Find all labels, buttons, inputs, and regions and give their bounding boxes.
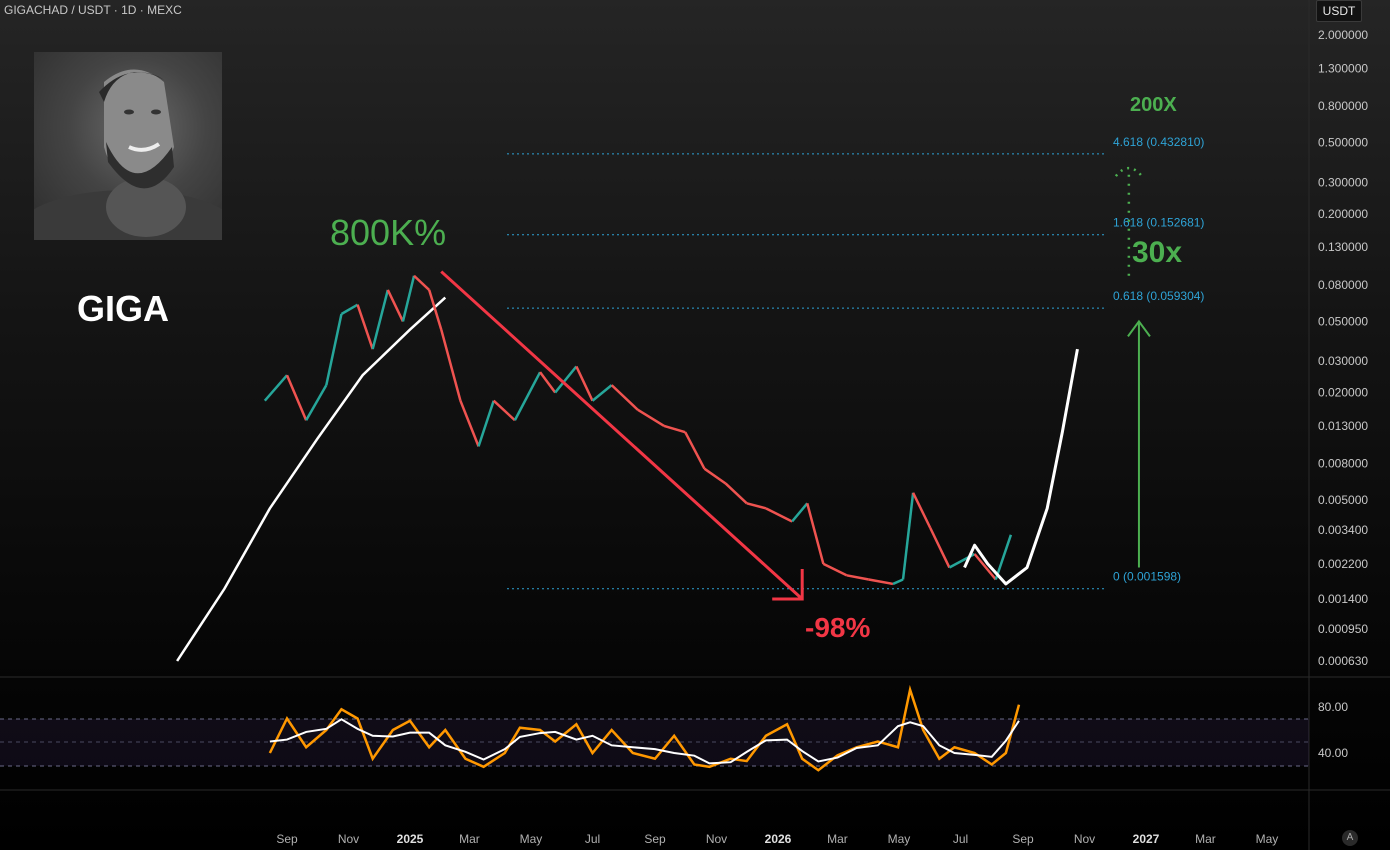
time-tick-label: Jul [953,832,968,846]
price-segment [492,399,516,422]
price-tick-label: 2.000000 [1318,28,1368,42]
price-segment [325,313,343,386]
price-tick-label: 0.800000 [1318,99,1368,113]
target-30x-label: 30x [1132,236,1182,269]
time-tick-label: May [1256,832,1279,846]
price-tick-label: 0.130000 [1318,240,1368,254]
price-segment [285,374,308,421]
time-tick-label: Nov [1074,832,1095,846]
time-tick-label: Nov [706,832,727,846]
drop-label: -98% [805,612,870,643]
price-tick-label: 0.002200 [1318,557,1368,571]
price-tick-label: 0.003400 [1318,523,1368,537]
price-segment [911,492,932,529]
price-tick-label: 0.030000 [1318,354,1368,368]
currency-badge[interactable]: USDT [1316,0,1362,22]
price-segment [806,503,825,565]
time-tick-label: Jul [585,832,600,846]
price-segment [684,431,706,470]
time-tick-label: Nov [338,832,359,846]
price-tick-label: 0.001400 [1318,592,1368,606]
price-segment [356,304,374,350]
projection-path[interactable] [963,348,1079,586]
gigachad-portrait [34,52,222,240]
rsi-tick-label: 40.00 [1318,746,1348,760]
price-tick-label: 0.200000 [1318,207,1368,221]
price-segment [846,574,869,581]
price-segment [440,329,462,402]
price-segment [746,502,767,510]
time-tick-label: Mar [827,832,848,846]
price-segment [822,562,848,577]
price-segment [610,384,639,411]
portrait-image [34,69,222,240]
symbol-header[interactable]: GIGACHAD / USDT · 1D · MEXC [4,3,182,17]
price-segment [477,400,495,447]
time-tick-label: May [520,832,543,846]
price-segment [892,578,904,586]
price-segment [591,384,613,402]
price-tick-label: 0.020000 [1318,386,1368,400]
decline-arrow-line[interactable] [440,270,804,601]
price-segment [513,371,542,421]
price-segment [386,289,405,322]
price-segment [994,534,1013,580]
time-tick-label: 2025 [397,832,424,846]
price-segment [401,275,416,322]
price-tick-label: 0.008000 [1318,457,1368,471]
time-tick-label: 2026 [765,832,792,846]
time-tick-label: May [888,832,911,846]
ticker-label: GIGA [77,288,170,329]
price-segment [765,507,793,523]
price-segment [663,424,686,434]
price-segment [868,578,894,586]
time-tick-label: 2027 [1133,832,1160,846]
fib-level-label: 4.618 (0.432810) [1113,135,1204,149]
price-tick-label: 0.050000 [1318,314,1368,328]
time-tick-label: Sep [1012,832,1034,846]
price-segment [929,527,951,569]
price-segment [703,467,727,485]
price-tick-label: 0.080000 [1318,278,1368,292]
rsi-tick-label: 80.00 [1318,700,1348,714]
price-segment [263,374,288,402]
price-segment [791,502,809,523]
fib-level-label: 0 (0.001598) [1113,570,1181,584]
time-tick-label: Mar [1195,832,1216,846]
price-segment [459,400,480,447]
fib-level-label: 0.618 (0.059304) [1113,289,1204,303]
price-tick-label: 0.000950 [1318,622,1368,636]
price-tick-label: 0.300000 [1318,175,1368,189]
time-tick-label: Sep [276,832,298,846]
price-segment [413,274,431,291]
price-tick-label: 0.013000 [1318,419,1368,433]
price-segment [371,289,390,350]
time-tick-label: Sep [644,832,666,846]
price-segment [724,482,748,505]
price-tick-label: 1.300000 [1318,61,1368,75]
price-segment [305,384,328,421]
auto-scale-button[interactable]: A [1342,830,1358,846]
price-segment [340,303,359,316]
price-tick-label: 0.005000 [1318,493,1368,507]
price-segment [637,408,665,428]
price-tick-label: 0.000630 [1318,654,1368,668]
gain-label: 800K% [330,212,446,253]
price-segment [901,492,915,580]
parabolic-arc[interactable] [176,296,447,662]
time-tick-label: Mar [459,832,480,846]
target-200x-label: 200X [1130,94,1177,116]
price-tick-label: 0.500000 [1318,136,1368,150]
price-segment [539,371,557,394]
fib-level-label: 1.618 (0.152681) [1113,216,1204,230]
